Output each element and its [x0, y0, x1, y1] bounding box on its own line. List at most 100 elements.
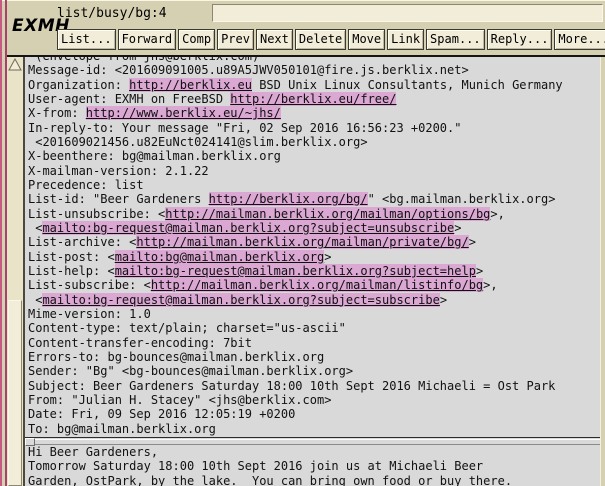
header-text: <: [28, 221, 42, 235]
toolbar-button-more[interactable]: More...: [554, 29, 605, 50]
header-text: Content-type: text/plain; charset="us-as…: [28, 321, 346, 335]
pane-sash[interactable]: [25, 437, 600, 445]
hyperlink[interactable]: http://berklix.eu/free/: [230, 92, 396, 106]
message-header-line: From: "Julian H. Stacey" <jhs@berklix.co…: [28, 393, 600, 407]
header-text: From: "Julian H. Stacey" <jhs@berklix.co…: [28, 393, 331, 407]
header-text: To: bg@mailman.berklix.org: [28, 422, 216, 436]
message-text-area: (envelope from jhs@berklix.com)Message-i…: [25, 57, 601, 486]
message-header-line: Content-type: text/plain; charset="us-as…: [28, 321, 600, 335]
message-body-line: Garden, OstPark, by the lake. You can br…: [28, 474, 600, 486]
header-text: >: [469, 235, 476, 249]
header-text: Content-transfer-encoding: 7bit: [28, 336, 252, 350]
hyperlink[interactable]: http://mailman.berklix.org/mailman/optio…: [165, 207, 490, 221]
hyperlink[interactable]: mailto:bg-request@mailman.berklix.org?su…: [42, 221, 454, 235]
message-header-line: Organization: http://berklix.eu BSD Unix…: [28, 78, 600, 92]
hyperlink[interactable]: http://berklix.org/bg/: [209, 192, 368, 206]
header-text: >: [440, 293, 447, 307]
toolbar-button-comp[interactable]: Comp: [178, 29, 215, 50]
toolbar-button-link[interactable]: Link: [387, 29, 424, 50]
hyperlink[interactable]: http://mailman.berklix.org/mailman/listi…: [151, 278, 483, 292]
header-text: X-from:: [28, 106, 86, 120]
toolbar-button-next[interactable]: Next: [256, 29, 293, 50]
message-header-line: Mime-version: 1.0: [28, 307, 600, 321]
header-text: Precedence: list: [28, 178, 144, 192]
toolbar-button-move[interactable]: Move: [348, 29, 385, 50]
toolbar: List...ForwardCompPrevNextDeleteMoveLink…: [57, 29, 602, 52]
message-header-line: <mailto:bg-request@mailman.berklix.org?s…: [28, 293, 600, 307]
header-text: Errors-to: bg-bounces@mailman.berklix.or…: [28, 350, 324, 364]
hyperlink[interactable]: http://mailman.berklix.org/mailman/priva…: [136, 235, 468, 249]
message-header-line: Subject: Beer Gardeners Saturday 18:00 1…: [28, 379, 600, 393]
folder-status-label: list/busy/bg:4: [57, 6, 167, 21]
message-body-line: Tomorrow Saturday 18:00 10th Sept 2016 j…: [28, 459, 600, 473]
header-text: Date: Fri, 09 Sep 2016 12:05:19 +0200: [28, 407, 295, 421]
header-text: X-beenthere: bg@mailman.berklix.org: [28, 149, 281, 163]
hyperlink[interactable]: http://berklix.eu: [129, 78, 252, 92]
message-header-line: To: bg@mailman.berklix.org: [28, 422, 600, 436]
header-text: Mime-version: 1.0: [28, 307, 151, 321]
toolbar-button-list[interactable]: List...: [57, 29, 116, 50]
scrollbar-thumb[interactable]: [8, 300, 22, 486]
header-text: X-mailman-version: 2.1.22: [28, 164, 209, 178]
message-scrollbar[interactable]: [7, 57, 25, 486]
message-header-line: Precedence: list: [28, 178, 600, 192]
message-header-line: Sender: "Bg" <bg-bounces@mailman.berklix…: [28, 364, 600, 378]
message-header-line: <mailto:bg-request@mailman.berklix.org?s…: [28, 221, 600, 235]
header-text: <201609021456.u82EuNct024141@slim.berkli…: [28, 135, 368, 149]
hyperlink[interactable]: mailto:bg@mailman.berklix.org: [115, 250, 325, 264]
header-text: List-id: "Beer Gardeners: [28, 192, 209, 206]
header-text: In-reply-to: Your message "Fri, 02 Sep 2…: [28, 121, 461, 135]
message-header-line: Content-transfer-encoding: 7bit: [28, 336, 600, 350]
message-header-line: X-from: http://www.berklix.eu/~jhs/: [28, 106, 600, 120]
header-text: (envelope from jhs@berklix.com): [28, 57, 259, 63]
header-text: >: [324, 250, 331, 264]
message-header-line: List-subscribe: <http://mailman.berklix.…: [28, 278, 600, 292]
hyperlink[interactable]: mailto:bg-request@mailman.berklix.org?su…: [42, 293, 439, 307]
message-header-line: In-reply-to: Your message "Fri, 02 Sep 2…: [28, 121, 600, 135]
message-header-line: List-help: <mailto:bg-request@mailman.be…: [28, 264, 600, 278]
toolbar-button-prev[interactable]: Prev: [217, 29, 254, 50]
hyperlink[interactable]: http://www.berklix.eu/~jhs/: [86, 106, 281, 120]
toolbar-button-forward[interactable]: Forward: [118, 29, 177, 50]
header-text: >: [454, 221, 461, 235]
header-text: >,: [490, 207, 504, 221]
toolbar-button-reply[interactable]: Reply...: [487, 29, 553, 50]
message-header-line: Message-id: <201609091005.u89A5JWV050101…: [28, 63, 600, 77]
message-body-line: Hi Beer Gardeners,: [28, 445, 600, 459]
message-header-line: <201609021456.u82EuNct024141@slim.berkli…: [28, 135, 600, 149]
hyperlink[interactable]: mailto:bg-request@mailman.berklix.org?su…: [115, 264, 476, 278]
top-bar: EXMH list/busy/bg:4 List...ForwardCompPr…: [7, 0, 605, 55]
message-header-line: Errors-to: bg-bounces@mailman.berklix.or…: [28, 350, 600, 364]
message-header-line: X-mailman-version: 2.1.22: [28, 164, 600, 178]
header-text: List-archive: <: [28, 235, 136, 249]
sash-grip-icon[interactable]: [25, 438, 35, 446]
header-text: User-agent: EXMH on FreeBSD: [28, 92, 230, 106]
header-text: List-unsubscribe: <: [28, 207, 165, 221]
header-text: List-help: <: [28, 264, 115, 278]
message-header-line: List-archive: <http://mailman.berklix.or…: [28, 235, 600, 249]
header-text: " <bg.mailman.berklix.org>: [368, 192, 556, 206]
status-entry-input[interactable]: [212, 4, 603, 22]
exmh-window: { "window": { "logo": "EXMH", "folder_la…: [0, 0, 605, 486]
message-header-line: List-id: "Beer Gardeners http://berklix.…: [28, 192, 600, 206]
header-text: Sender: "Bg" <bg-bounces@mailman.berklix…: [28, 364, 353, 378]
header-text: >,: [483, 278, 497, 292]
header-text: List-post: <: [28, 250, 115, 264]
message-header-line: List-post: <mailto:bg@mailman.berklix.or…: [28, 250, 600, 264]
header-text: List-subscribe: <: [28, 278, 151, 292]
message-header-line: User-agent: EXMH on FreeBSD http://berkl…: [28, 92, 600, 106]
header-pane: (envelope from jhs@berklix.com)Message-i…: [25, 57, 600, 436]
message-view: (envelope from jhs@berklix.com)Message-i…: [7, 55, 605, 486]
window-frame-stripe-outer: [0, 0, 2, 486]
scrollbar-up-arrow-icon[interactable]: [8, 58, 22, 71]
header-text: Organization:: [28, 78, 129, 92]
toolbar-button-spam[interactable]: Spam...: [426, 29, 485, 50]
header-text: Subject: Beer Gardeners Saturday 18:00 1…: [28, 379, 555, 393]
sash-bar: [25, 439, 600, 445]
header-text: <: [28, 293, 42, 307]
header-text: >: [476, 264, 483, 278]
header-text: BSD Unix Linux Consultants, Munich Germa…: [252, 78, 563, 92]
toolbar-button-delete[interactable]: Delete: [295, 29, 346, 50]
header-text: Message-id: <201609091005.u89A5JWV050101…: [28, 63, 469, 77]
message-header-line: X-beenthere: bg@mailman.berklix.org: [28, 149, 600, 163]
